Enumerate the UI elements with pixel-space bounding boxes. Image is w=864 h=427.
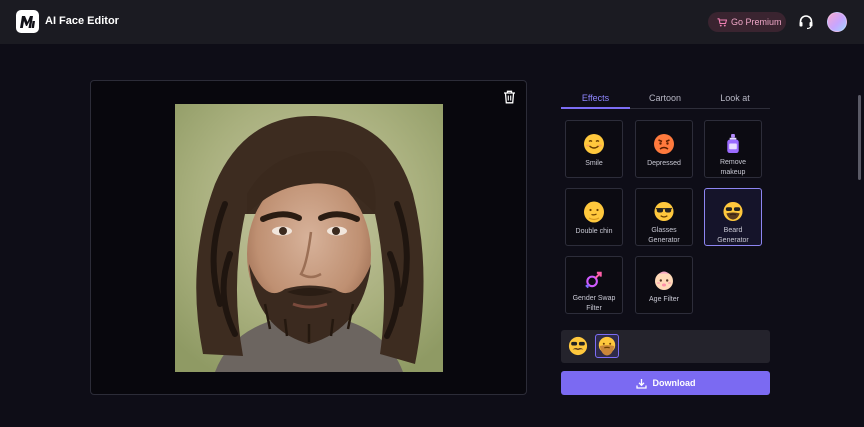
bearded-man-portrait	[175, 104, 443, 372]
app-logo[interactable]	[16, 10, 39, 33]
effect-label: Smile	[585, 160, 603, 167]
user-avatar[interactable]	[827, 12, 847, 32]
history-item-mustache[interactable]	[566, 334, 590, 358]
support-button[interactable]	[797, 13, 815, 31]
effect-remove-makeup[interactable]: Remove makeup	[704, 120, 762, 178]
sunglasses-emoji-icon	[654, 201, 674, 222]
effect-label: Gender Swap Filter	[572, 295, 616, 312]
effect-label: Double chin	[575, 228, 613, 235]
effect-age-filter[interactable]: Age Filter	[635, 256, 693, 314]
bearded-emoji-icon	[598, 336, 616, 356]
active-tab-indicator	[561, 107, 630, 109]
headset-icon	[799, 15, 813, 30]
effect-label: Beard Generator	[717, 227, 749, 244]
tab-look-at[interactable]: Look at	[700, 87, 770, 109]
effect-label: Age Filter	[649, 296, 679, 303]
result-history-bar	[561, 330, 770, 363]
page-scrollbar[interactable]	[858, 95, 861, 180]
go-premium-button[interactable]: Go Premium	[708, 12, 786, 32]
smile-emoji-icon	[584, 134, 604, 154]
effect-gender-swap[interactable]: Gender Swap Filter	[565, 256, 623, 314]
effect-tabs: Effects Cartoon Look at	[561, 87, 770, 109]
effect-smile[interactable]: Smile	[565, 120, 623, 178]
app-title: AI Face Editor	[45, 15, 119, 27]
go-premium-label: Go Premium	[731, 17, 782, 27]
effect-double-chin[interactable]: Double chin	[565, 188, 623, 246]
delete-image-button[interactable]	[502, 90, 516, 104]
effect-glasses-generator[interactable]: Glasses Generator	[635, 188, 693, 246]
double-chin-emoji-icon	[584, 201, 604, 223]
cart-icon	[717, 17, 727, 26]
depressed-emoji-icon	[654, 134, 674, 154]
effect-label: Glasses Generator	[648, 227, 680, 244]
trash-icon	[503, 90, 515, 104]
effect-depressed[interactable]: Depressed	[635, 120, 693, 178]
history-item-bearded[interactable]	[595, 334, 619, 358]
download-button[interactable]: Download	[561, 371, 770, 395]
effect-beard-generator[interactable]: Beard Generator	[704, 188, 762, 246]
effect-label: Depressed	[647, 160, 681, 167]
tab-effects[interactable]: Effects	[561, 87, 630, 109]
baby-emoji-icon	[655, 271, 673, 290]
download-icon	[635, 378, 647, 389]
tab-cartoon[interactable]: Cartoon	[630, 87, 700, 109]
top-bar: AI Face Editor Go Premium	[0, 0, 864, 44]
face-photo	[175, 104, 443, 372]
beard-emoji-icon	[723, 201, 743, 222]
download-label: Download	[652, 378, 696, 388]
mustache-emoji-icon	[568, 336, 588, 356]
effect-label: Remove makeup	[719, 159, 747, 176]
gender-swap-icon	[585, 271, 602, 289]
logo-mark-icon	[20, 15, 35, 28]
makeup-bottle-icon	[727, 133, 739, 154]
